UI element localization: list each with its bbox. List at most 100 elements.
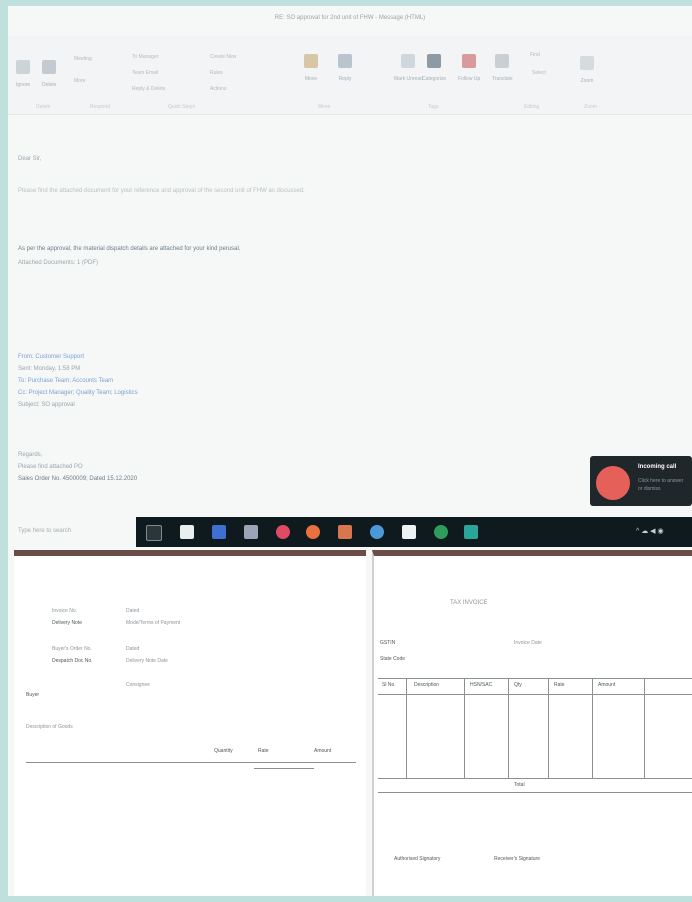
follow-up-button[interactable]: Follow Up: [458, 54, 480, 82]
doc-field: Delivery Note Date: [126, 658, 168, 664]
doc-field: Despatch Doc No.: [52, 658, 93, 664]
doc-field: Invoice Date: [514, 640, 542, 646]
system-tray[interactable]: ^ ☁ ◀ ◉: [636, 527, 664, 535]
zoom-button[interactable]: Zoom: [580, 56, 594, 84]
doc-field: Dated: [126, 608, 140, 614]
doc-rule: [508, 678, 509, 778]
doc-field: Delivery Note: [52, 620, 83, 626]
select-button[interactable]: Select: [532, 70, 546, 76]
doc-field: Description: [414, 682, 440, 688]
meeting-button[interactable]: Meeting: [74, 56, 92, 62]
attachments-line: Attached Documents: 1 (PDF): [18, 260, 99, 266]
doc-field: Buyer's Order No.: [52, 646, 92, 652]
doc-rule: [378, 778, 692, 779]
whatsapp-icon[interactable]: [434, 525, 448, 539]
doc-rule: [464, 678, 465, 778]
move-icon: [304, 54, 318, 68]
document-preview-right: TAX INVOICE GSTIN Invoice Date State Cod…: [372, 550, 692, 896]
reply-icon: [338, 54, 352, 68]
task-view-icon[interactable]: [212, 525, 226, 539]
sent-line: Sent: Monday, 1:58 PM: [18, 366, 81, 372]
group-move-label: Move: [318, 104, 331, 110]
categorize-icon: [427, 54, 442, 68]
rules-button[interactable]: Rules: [210, 70, 223, 76]
greeting: Dear Sir,: [18, 156, 42, 162]
mail-icon[interactable]: [402, 525, 416, 539]
move-button[interactable]: Move: [304, 54, 318, 82]
mark-unread-button[interactable]: Mark Unread: [394, 54, 423, 82]
delete-icon: [42, 60, 57, 74]
ignore-button[interactable]: Ignore: [16, 60, 30, 88]
doc-field: Rate: [554, 682, 565, 688]
taskbar-search[interactable]: Type here to search: [18, 528, 71, 534]
doc-field: State Code: [380, 656, 406, 662]
doc-field: Total: [514, 782, 525, 788]
body-line: Please find attached PO: [18, 464, 83, 470]
cc-line[interactable]: Cc: Project Manager; Quality Team; Logis…: [18, 390, 138, 396]
categorize-button[interactable]: Categorize: [422, 54, 446, 82]
window-title: RE: SO approval for 2nd unit of FHW - Me…: [274, 15, 426, 21]
reply-button[interactable]: Reply: [338, 54, 352, 82]
doc-field: Dated: [126, 646, 140, 652]
taskbar: ^ ☁ ◀ ◉: [136, 517, 692, 547]
group-quicksteps-label: Quick Steps: [168, 104, 195, 110]
file-explorer-icon[interactable]: [244, 525, 258, 539]
document-preview-left: Invoice No. Dated Delivery Note Mode/Ter…: [14, 550, 366, 896]
actions-button[interactable]: Actions: [210, 86, 226, 92]
ribbon: Ignore Delete Meeting More To Manager Te…: [8, 36, 692, 115]
excel-icon[interactable]: [464, 525, 478, 539]
doc-heading: TAX INVOICE: [450, 600, 488, 606]
sales-order-line: Sales Order No. 4500009; Dated 15.12.202…: [18, 476, 138, 482]
body-line: As per the approval, the material dispat…: [18, 246, 241, 252]
search-icon[interactable]: [180, 525, 194, 539]
firefox-icon[interactable]: [276, 525, 290, 539]
doc-field: Sl No.: [382, 682, 396, 688]
translate-icon: [495, 54, 510, 68]
doc-field: Consignee: [126, 682, 150, 688]
group-tags-label: Tags: [428, 104, 439, 110]
doc-rule: [548, 678, 549, 778]
doc-rule: [406, 678, 407, 778]
chrome-icon[interactable]: [306, 525, 320, 539]
ignore-icon: [16, 60, 31, 74]
outlook-icon[interactable]: [338, 525, 352, 539]
quick-step-create-new[interactable]: Create New: [210, 54, 236, 60]
doc-rule: [378, 792, 692, 793]
toast-title: Incoming call: [638, 464, 677, 470]
mark-unread-icon: [401, 54, 416, 68]
doc-rule: [26, 762, 356, 763]
notification-toast[interactable]: Incoming call Click here to answer or di…: [590, 456, 692, 506]
regards-line: Regards,: [18, 452, 43, 458]
doc-field: Invoice No.: [52, 608, 78, 614]
more-button[interactable]: More: [74, 78, 85, 84]
to-line[interactable]: To: Purchase Team; Accounts Team: [18, 378, 113, 384]
from-line[interactable]: From: Customer Support: [18, 354, 84, 360]
screen: RE: SO approval for 2nd unit of FHW - Me…: [8, 6, 692, 896]
doc-field: Description of Goods: [26, 724, 73, 730]
follow-up-icon: [462, 54, 477, 68]
doc-field: Amount: [598, 682, 616, 688]
translate-button[interactable]: Translate: [492, 54, 513, 82]
subject-line: Subject: SO approval: [18, 402, 75, 408]
doc-field: Rate: [258, 748, 269, 754]
doc-rule: [592, 678, 593, 778]
quick-step-reply-delete[interactable]: Reply & Delete: [132, 86, 165, 92]
group-delete-label: Delete: [36, 104, 51, 110]
doc-field: Authorised Signatory: [394, 856, 441, 862]
doc-rule: [254, 768, 314, 769]
doc-field: Amount: [314, 748, 332, 754]
quick-step-to-manager[interactable]: To Manager: [132, 54, 158, 60]
start-icon[interactable]: [146, 525, 162, 541]
quick-step-team-email[interactable]: Team Email: [132, 70, 158, 76]
doc-field: GSTIN: [380, 640, 396, 646]
edge-icon[interactable]: [370, 525, 384, 539]
doc-field: Mode/Terms of Payment: [126, 620, 181, 626]
caller-avatar-icon: [596, 466, 630, 500]
find-button[interactable]: Find: [530, 52, 540, 58]
zoom-icon: [580, 56, 594, 70]
delete-button[interactable]: Delete: [42, 60, 56, 88]
group-respond-label: Respond: [90, 104, 111, 110]
toast-line: Click here to answer: [638, 478, 684, 484]
doc-rule: [644, 678, 645, 778]
doc-field: HSN/SAC: [470, 682, 493, 688]
